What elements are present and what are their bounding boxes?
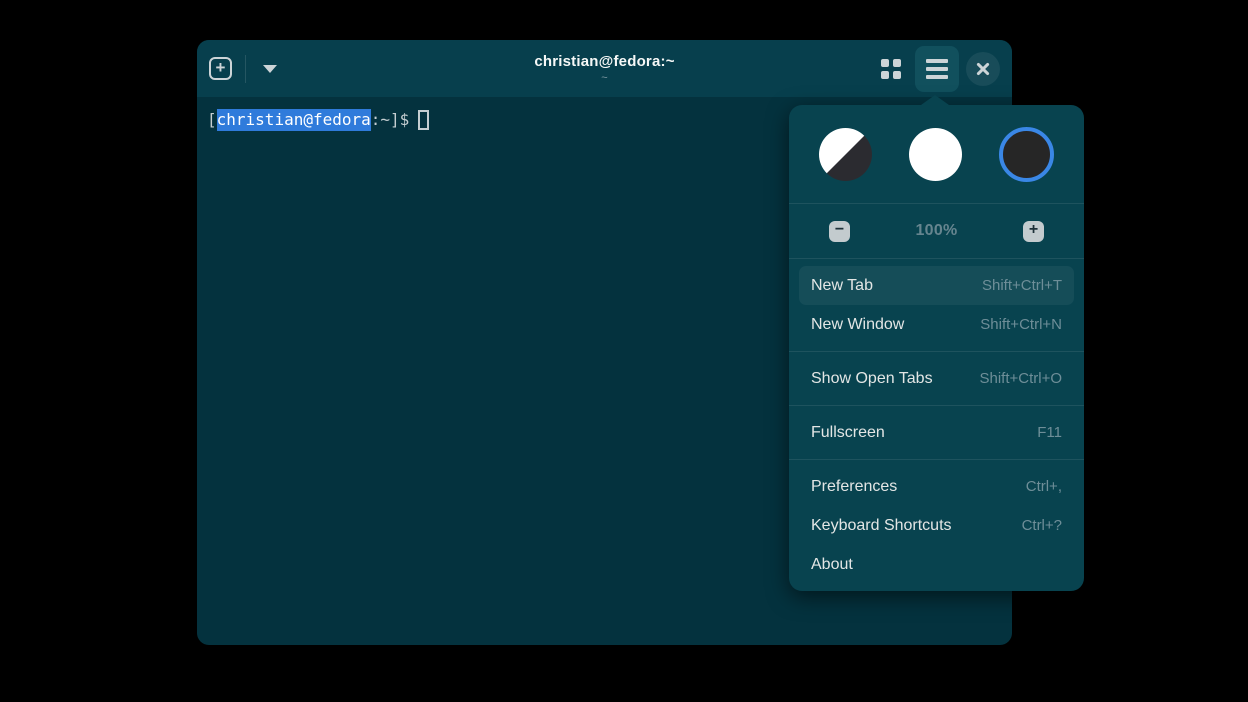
menu-group-tabs: New Tab Shift+Ctrl+T New Window Shift+Ct…: [789, 259, 1084, 351]
menu-group-app: Preferences Ctrl+, Keyboard Shortcuts Ct…: [789, 460, 1084, 591]
shortcut-label: F11: [1037, 424, 1062, 441]
shortcut-label: Shift+Ctrl+N: [980, 316, 1062, 333]
minus-icon: −: [835, 222, 844, 238]
main-menu-popover: − 100% + New Tab Shift+Ctrl+T New Window…: [789, 105, 1084, 591]
close-button[interactable]: [966, 52, 1000, 86]
theme-light-button[interactable]: [909, 128, 962, 181]
new-tab-split-button: +: [209, 55, 281, 83]
theme-dark-button[interactable]: [999, 127, 1054, 182]
popover-arrow: [921, 95, 949, 105]
menu-group-fullscreen: Fullscreen F11: [789, 406, 1084, 459]
window-title: christian@fedora:~: [534, 53, 674, 70]
zoom-out-button[interactable]: −: [829, 221, 850, 242]
prompt-prefix: [: [207, 109, 217, 131]
selected-text: christian@fedora: [217, 109, 371, 131]
menu-group-overview: Show Open Tabs Shift+Ctrl+O: [789, 352, 1084, 405]
hamburger-icon: [926, 59, 948, 63]
theme-follow-system-button[interactable]: [819, 128, 872, 181]
menu-item-new-window[interactable]: New Window Shift+Ctrl+N: [799, 305, 1074, 344]
menu-item-show-open-tabs[interactable]: Show Open Tabs Shift+Ctrl+O: [799, 359, 1074, 398]
prompt-suffix: :~]$: [371, 109, 410, 131]
shortcut-label: Shift+Ctrl+T: [982, 277, 1062, 294]
tab-overview-button[interactable]: [874, 52, 908, 86]
menu-item-about[interactable]: About: [799, 545, 1074, 584]
plus-icon: +: [216, 59, 226, 76]
shortcut-label: Ctrl+,: [1026, 478, 1062, 495]
tab-overview-grid-icon: [881, 59, 901, 79]
menu-item-preferences[interactable]: Preferences Ctrl+,: [799, 467, 1074, 506]
menu-item-keyboard-shortcuts[interactable]: Keyboard Shortcuts Ctrl+?: [799, 506, 1074, 545]
headerbar-controls: [874, 46, 1000, 92]
main-menu-button[interactable]: [915, 46, 959, 92]
chevron-down-icon[interactable]: [263, 65, 277, 73]
theme-selector: [789, 105, 1084, 203]
new-tab-button[interactable]: +: [209, 57, 232, 80]
shortcut-label: Ctrl+?: [1022, 517, 1062, 534]
menu-item-fullscreen[interactable]: Fullscreen F11: [799, 413, 1074, 452]
headerbar: + christian@fedora:~ ~: [197, 40, 1012, 97]
zoom-in-button[interactable]: +: [1023, 221, 1044, 242]
shortcut-label: Shift+Ctrl+O: [979, 370, 1062, 387]
header-separator: [245, 55, 246, 83]
plus-icon: +: [1029, 222, 1038, 238]
terminal-cursor: [418, 110, 429, 130]
window-subtitle: ~: [601, 72, 607, 84]
menu-item-new-tab[interactable]: New Tab Shift+Ctrl+T: [799, 266, 1074, 305]
zoom-level[interactable]: 100%: [915, 222, 957, 240]
zoom-controls: − 100% +: [789, 204, 1084, 258]
